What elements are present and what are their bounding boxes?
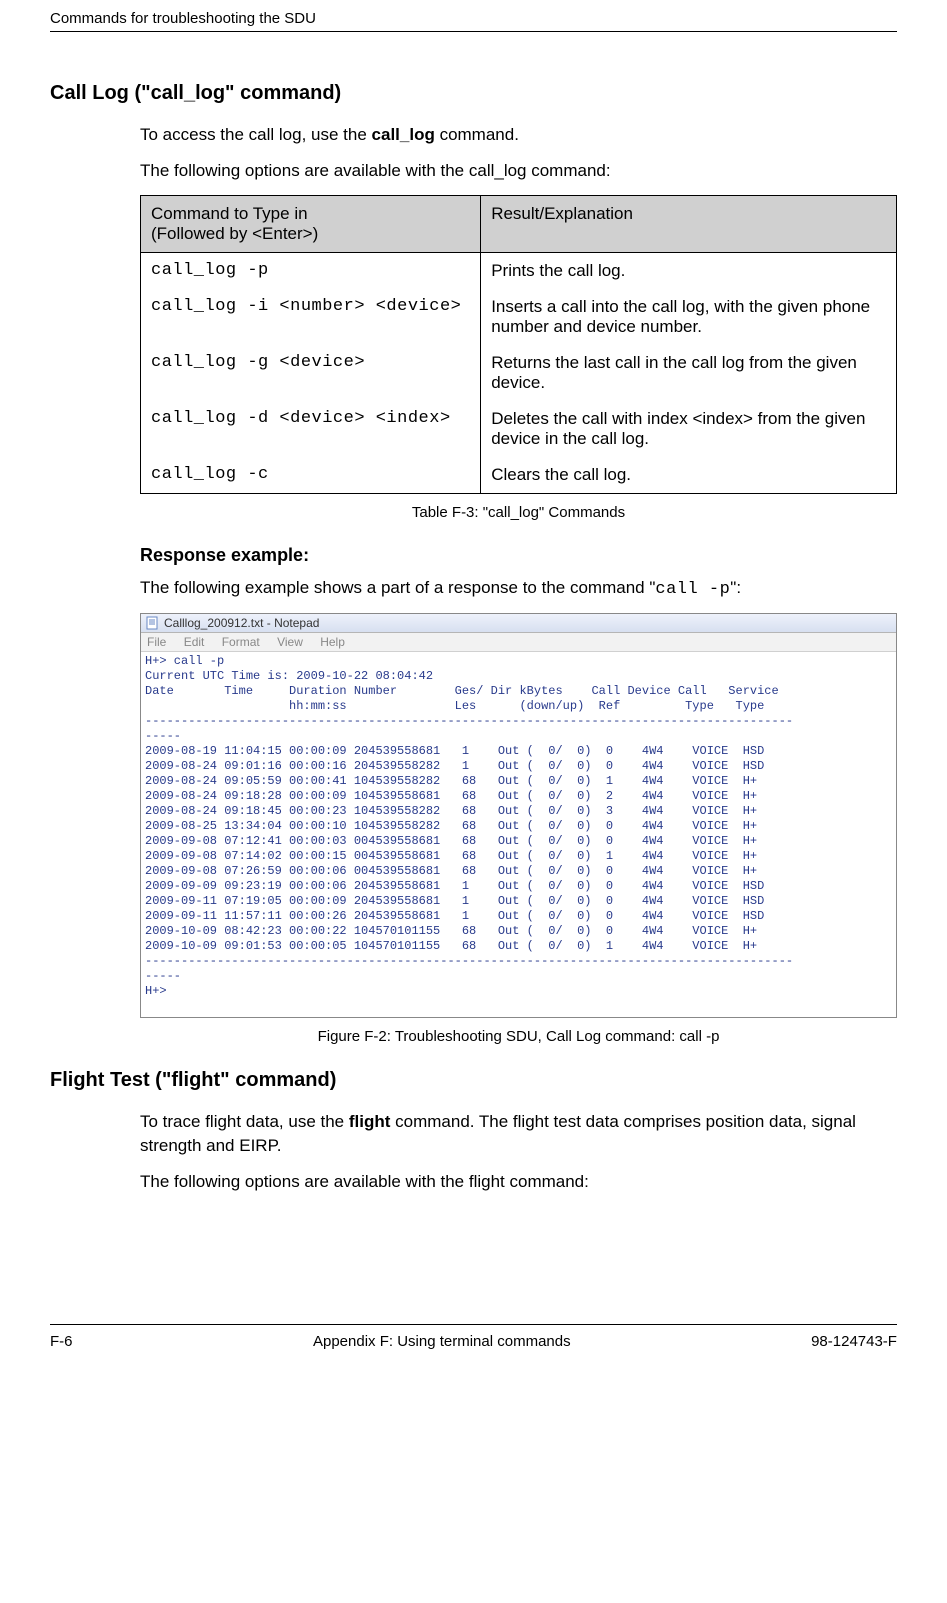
th-result: Result/Explanation: [481, 195, 897, 252]
table-row: call_log -i <number> <device> Inserts a …: [141, 289, 897, 345]
table-row: call_log -c Clears the call log.: [141, 457, 897, 494]
footer-left: F-6: [50, 1333, 73, 1350]
th-command-line2: (Followed by <Enter>): [151, 224, 318, 243]
menu-help[interactable]: Help: [320, 635, 345, 649]
text: ":: [730, 578, 741, 597]
notepad-titlebar: Calllog_200912.txt - Notepad: [141, 614, 896, 633]
menu-format[interactable]: Format: [222, 635, 260, 649]
section-call-log-title: Call Log ("call_log" command): [50, 82, 897, 105]
section-flight-title: Flight Test ("flight" command): [50, 1069, 897, 1092]
text: To trace flight data, use the: [140, 1112, 349, 1131]
call-log-intro: To access the call log, use the call_log…: [140, 123, 897, 147]
desc-cell: Clears the call log.: [481, 457, 897, 494]
figure-caption: Figure F-2: Troubleshooting SDU, Call Lo…: [140, 1028, 897, 1045]
flight-intro: To trace flight data, use the flight com…: [140, 1110, 897, 1158]
call-log-table: Command to Type in (Followed by <Enter>)…: [140, 195, 897, 494]
table-header-row: Command to Type in (Followed by <Enter>)…: [141, 195, 897, 252]
notepad-window: Calllog_200912.txt - Notepad File Edit F…: [140, 613, 897, 1018]
running-header: Commands for troubleshooting the SDU: [50, 0, 897, 32]
cmd-cell: call_log -p: [141, 252, 481, 289]
desc-cell: Inserts a call into the call log, with t…: [481, 289, 897, 345]
menu-edit[interactable]: Edit: [184, 635, 205, 649]
cmd-cell: call_log -d <device> <index>: [141, 401, 481, 457]
cmd-cell: call_log -c: [141, 457, 481, 494]
desc-cell: Prints the call log.: [481, 252, 897, 289]
cmd-cell: call_log -i <number> <device>: [141, 289, 481, 345]
call-log-cmd-bold: call_log: [372, 125, 435, 144]
menu-file[interactable]: File: [147, 635, 166, 649]
desc-cell: Deletes the call with index <index> from…: [481, 401, 897, 457]
notepad-icon: [145, 616, 159, 630]
menu-view[interactable]: View: [277, 635, 303, 649]
notepad-body: H+> call -p Current UTC Time is: 2009-10…: [141, 652, 896, 1017]
text: command.: [435, 125, 519, 144]
notepad-menubar: File Edit Format View Help: [141, 633, 896, 652]
cmd-inline: call -p: [655, 580, 730, 599]
response-example-intro: The following example shows a part of a …: [140, 576, 897, 602]
footer-right: 98-124743-F: [811, 1333, 897, 1350]
footer-center: Appendix F: Using terminal commands: [313, 1333, 571, 1350]
table-caption: Table F-3: "call_log" Commands: [140, 504, 897, 521]
page-footer: F-6 Appendix F: Using terminal commands …: [50, 1324, 897, 1370]
desc-cell: Returns the last call in the call log fr…: [481, 345, 897, 401]
call-log-options-intro: The following options are available with…: [140, 159, 897, 183]
th-command-line1: Command to Type in: [151, 204, 308, 223]
cmd-cell: call_log -g <device>: [141, 345, 481, 401]
text: To access the call log, use the: [140, 125, 372, 144]
flight-options-intro: The following options are available with…: [140, 1170, 897, 1194]
flight-cmd-bold: flight: [349, 1112, 391, 1131]
response-example-title: Response example:: [140, 545, 897, 566]
table-row: call_log -d <device> <index> Deletes the…: [141, 401, 897, 457]
table-row: call_log -p Prints the call log.: [141, 252, 897, 289]
table-row: call_log -g <device> Returns the last ca…: [141, 345, 897, 401]
notepad-title-text: Calllog_200912.txt - Notepad: [164, 616, 319, 630]
text: The following example shows a part of a …: [140, 578, 655, 597]
